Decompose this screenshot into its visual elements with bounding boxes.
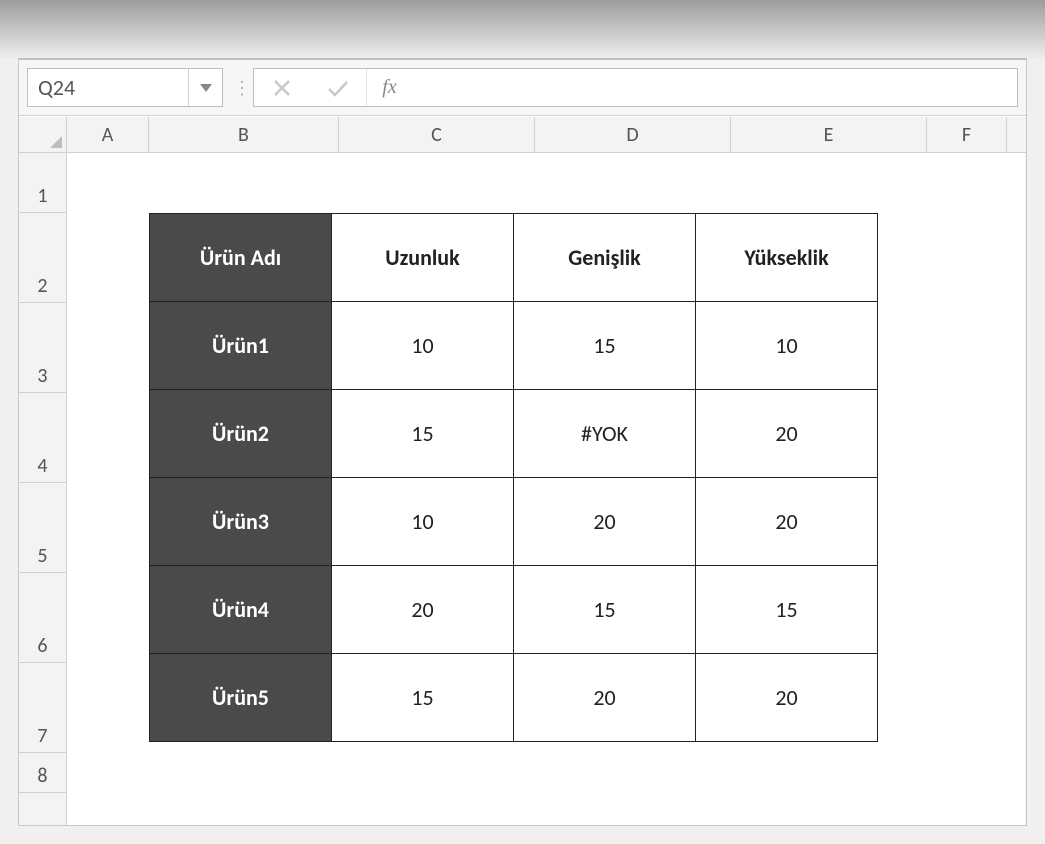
enter-formula-button[interactable] xyxy=(310,69,366,106)
row-header-2[interactable]: 2 xyxy=(19,213,66,303)
spreadsheet-window: Q24 ⋮ fx xyxy=(18,58,1027,826)
cell-value[interactable]: 15 xyxy=(332,390,514,478)
cell-value[interactable]: 10 xyxy=(332,478,514,566)
row-label[interactable]: Ürün3 xyxy=(150,478,332,566)
cell-value[interactable]: 15 xyxy=(514,566,696,654)
row-header-4[interactable]: 4 xyxy=(19,393,66,483)
name-box-dropdown[interactable] xyxy=(188,69,222,106)
column-header-F[interactable]: F xyxy=(927,117,1007,152)
row-header-7[interactable]: 7 xyxy=(19,663,66,753)
formula-bar-separator: ⋮ xyxy=(231,60,253,115)
formula-input[interactable] xyxy=(412,69,1017,106)
row-headers: 1 2 3 4 5 6 7 8 xyxy=(19,153,67,825)
table-row: Ürün1 10 15 10 xyxy=(150,302,878,390)
cells-canvas[interactable]: Ürün Adı Uzunluk Genişlik Yükseklik Ürün… xyxy=(67,153,1026,825)
select-all-corner[interactable] xyxy=(19,117,67,152)
row-label[interactable]: Ürün1 xyxy=(150,302,332,390)
formula-controls: fx xyxy=(253,68,1018,107)
cell-value[interactable]: 20 xyxy=(696,478,878,566)
cell-value[interactable]: 20 xyxy=(696,654,878,742)
cell-value[interactable]: 15 xyxy=(514,302,696,390)
cell-value[interactable]: 20 xyxy=(696,390,878,478)
row-header-8[interactable]: 8 xyxy=(19,753,66,793)
table-header-row: Ürün Adı Uzunluk Genişlik Yükseklik xyxy=(150,214,878,302)
cell-value[interactable]: 10 xyxy=(696,302,878,390)
row-label[interactable]: Ürün2 xyxy=(150,390,332,478)
header-length[interactable]: Uzunluk xyxy=(332,214,514,302)
formula-bar-row: Q24 ⋮ fx xyxy=(19,60,1026,116)
grid-body: 1 2 3 4 5 6 7 8 Ürün Adı Uzunluk Genişli… xyxy=(19,153,1026,825)
column-header-D[interactable]: D xyxy=(535,117,731,152)
row-header-5[interactable]: 5 xyxy=(19,483,66,573)
row-header-6[interactable]: 6 xyxy=(19,573,66,663)
products-table: Ürün Adı Uzunluk Genişlik Yükseklik Ürün… xyxy=(149,213,878,742)
cell-value[interactable]: 20 xyxy=(332,566,514,654)
column-header-A[interactable]: A xyxy=(67,117,149,152)
row-label[interactable]: Ürün4 xyxy=(150,566,332,654)
row-label[interactable]: Ürün5 xyxy=(150,654,332,742)
cancel-formula-button[interactable] xyxy=(254,69,310,106)
x-icon xyxy=(272,78,292,98)
table-row: Ürün3 10 20 20 xyxy=(150,478,878,566)
column-header-B[interactable]: B xyxy=(149,117,339,152)
cell-value[interactable]: 15 xyxy=(332,654,514,742)
row-header-3[interactable]: 3 xyxy=(19,303,66,393)
check-icon xyxy=(326,78,350,98)
table-row: Ürün4 20 15 15 xyxy=(150,566,878,654)
header-width[interactable]: Genişlik xyxy=(514,214,696,302)
cell-value[interactable]: 10 xyxy=(332,302,514,390)
column-header-C[interactable]: C xyxy=(339,117,535,152)
header-product-name[interactable]: Ürün Adı xyxy=(150,214,332,302)
insert-function-button[interactable]: fx xyxy=(366,69,412,106)
cell-value[interactable]: 20 xyxy=(514,654,696,742)
table-row: Ürün5 15 20 20 xyxy=(150,654,878,742)
name-box-value: Q24 xyxy=(28,74,188,101)
cell-value[interactable]: 15 xyxy=(696,566,878,654)
column-headers: A B C D E F xyxy=(19,117,1026,153)
header-height[interactable]: Yükseklik xyxy=(696,214,878,302)
chevron-down-icon xyxy=(199,83,213,93)
grid-area: A B C D E F 1 2 3 4 5 6 7 8 Ürün Adı xyxy=(19,117,1026,825)
column-header-E[interactable]: E xyxy=(731,117,927,152)
name-box[interactable]: Q24 xyxy=(27,68,223,107)
cell-value[interactable]: #YOK xyxy=(514,390,696,478)
window-top-shadow xyxy=(0,0,1045,60)
row-header-1[interactable]: 1 xyxy=(19,153,66,213)
cell-value[interactable]: 20 xyxy=(514,478,696,566)
table-row: Ürün2 15 #YOK 20 xyxy=(150,390,878,478)
